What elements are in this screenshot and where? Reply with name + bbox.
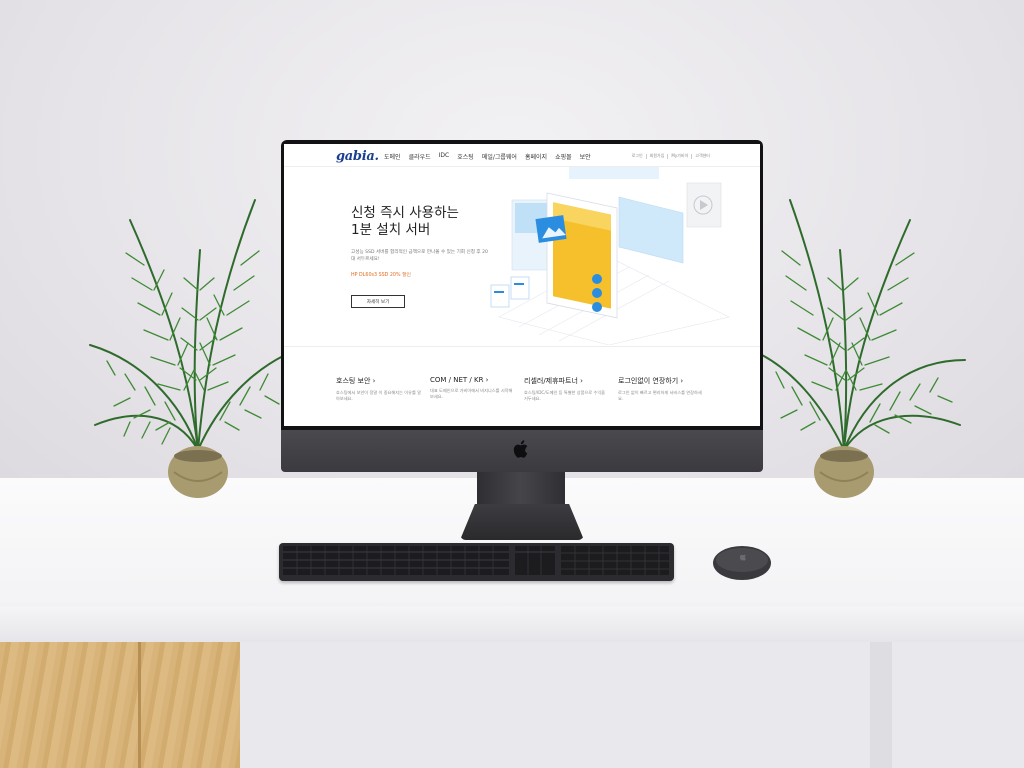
hero-divider — [284, 346, 760, 347]
customer-center-link[interactable]: 고객센터 — [695, 153, 710, 159]
apple-logo-icon — [513, 440, 528, 458]
feature-renew-without-login[interactable]: 로그인없이 연장하기 › 로그인 없이 빠르고 편리하게 서비스를 연장하세요. — [618, 376, 712, 402]
feature-domains[interactable]: COM / NET / KR › 대표 도메인으로 가비아에서 비지니스를 시작… — [430, 376, 524, 402]
main-nav: 도메인 클라우드 IDC 호스팅 메일/그룹웨어 홈페이지 쇼핑몰 보안 — [384, 152, 591, 161]
server-illustration — [479, 167, 739, 345]
imac-monitor: gabia. 도메인 클라우드 IDC 호스팅 메일/그룹웨어 홈페이지 쇼핑몰… — [281, 140, 763, 472]
magic-mouse-icon — [713, 546, 771, 580]
hero-description: 고성능 SSD 서버를 합리적인 금액으로 만나볼 수 있는 기회 신청 후 2… — [351, 250, 488, 262]
hero-title-line2: 1분 설치 서버 — [351, 222, 431, 238]
feature-title: 리셀러/제휴파트너 › — [524, 377, 583, 385]
feature-description: 호스팅에서 보안이 정말 이 중요해지는 이유를 알아보세요. — [336, 390, 422, 401]
feature-hosting-security[interactable]: 호스팅 보안 › 호스팅에서 보안이 정말 이 중요해지는 이유를 알아보세요. — [336, 376, 430, 402]
nav-item-homepage[interactable]: 홈페이지 — [525, 152, 547, 161]
my-gabia-link[interactable]: My가비아 — [671, 153, 688, 159]
feature-description: 로그인 없이 빠르고 편리하게 서비스를 연장하세요. — [618, 390, 702, 401]
monitor-stand-neck — [477, 472, 565, 506]
keyboard — [279, 543, 674, 581]
feature-reseller-partner[interactable]: 리셀러/제휴파트너 › 호스팅/IDC/도메인 등 특별한 상품으로 수익을 거… — [524, 376, 618, 402]
nav-item-mail-groupware[interactable]: 메일/그룹웨어 — [482, 152, 517, 161]
site-header: gabia. 도메인 클라우드 IDC 호스팅 메일/그룹웨어 홈페이지 쇼핑몰… — [284, 144, 760, 167]
gabia-logo[interactable]: gabia. — [336, 149, 379, 164]
nav-item-security[interactable]: 보안 — [580, 152, 591, 161]
utility-divider — [691, 153, 693, 159]
feature-description: 대표 도메인으로 가비아에서 비지니스를 시작해보세요. — [430, 388, 513, 399]
hero-title-line1: 신청 즉시 사용하는 — [351, 205, 459, 221]
utility-divider — [667, 153, 669, 159]
keyboard-keys-icon — [283, 546, 669, 575]
isometric-server-icon — [490, 167, 730, 345]
feature-title: 호스팅 보안 › — [336, 377, 376, 385]
desk-leg — [870, 642, 892, 768]
plant-left — [80, 160, 290, 500]
utility-divider — [645, 153, 647, 159]
hero-title: 신청 즉시 사용하는 1분 설치 서버 — [351, 205, 459, 239]
mouse — [712, 543, 772, 581]
cabinet-seam — [138, 642, 141, 768]
nav-item-hosting[interactable]: 호스팅 — [457, 152, 474, 161]
plant-right — [760, 160, 970, 500]
details-button[interactable]: 자세히 보기 — [351, 295, 405, 308]
palm-plant-icon — [761, 199, 966, 498]
feature-description: 호스팅/IDC/도메인 등 특별한 상품으로 수익을 거두세요. — [524, 390, 606, 401]
feature-title: 로그인없이 연장하기 › — [618, 377, 684, 385]
hero-promo: HP DL60s3 SSD 20% 할인 — [351, 273, 411, 278]
utility-nav: 로그인 회원가입 My가비아 고객센터 — [632, 153, 710, 159]
monitor-stand-base — [460, 504, 584, 540]
nav-item-shopping-mall[interactable]: 쇼핑몰 — [555, 152, 572, 161]
nav-item-domain[interactable]: 도메인 — [384, 152, 401, 161]
signup-link[interactable]: 회원가입 — [650, 153, 665, 159]
login-link[interactable]: 로그인 — [632, 153, 643, 159]
screen: gabia. 도메인 클라우드 IDC 호스팅 메일/그룹웨어 홈페이지 쇼핑몰… — [284, 144, 760, 426]
feature-links: 호스팅 보안 › 호스팅에서 보안이 정말 이 중요해지는 이유를 알아보세요.… — [336, 376, 716, 402]
palm-plant-icon — [89, 199, 286, 498]
nav-item-idc[interactable]: IDC — [439, 152, 450, 161]
feature-title: COM / NET / KR › — [430, 376, 489, 384]
desk-edge — [0, 606, 1024, 642]
plywood-cabinet — [0, 642, 240, 768]
hero-banner: 신청 즉시 사용하는 1분 설치 서버 고성능 SSD 서버를 합리적인 금액으… — [284, 167, 760, 345]
nav-item-cloud[interactable]: 클라우드 — [409, 152, 431, 161]
monitor-bezel: gabia. 도메인 클라우드 IDC 호스팅 메일/그룹웨어 홈페이지 쇼핑몰… — [281, 140, 763, 430]
